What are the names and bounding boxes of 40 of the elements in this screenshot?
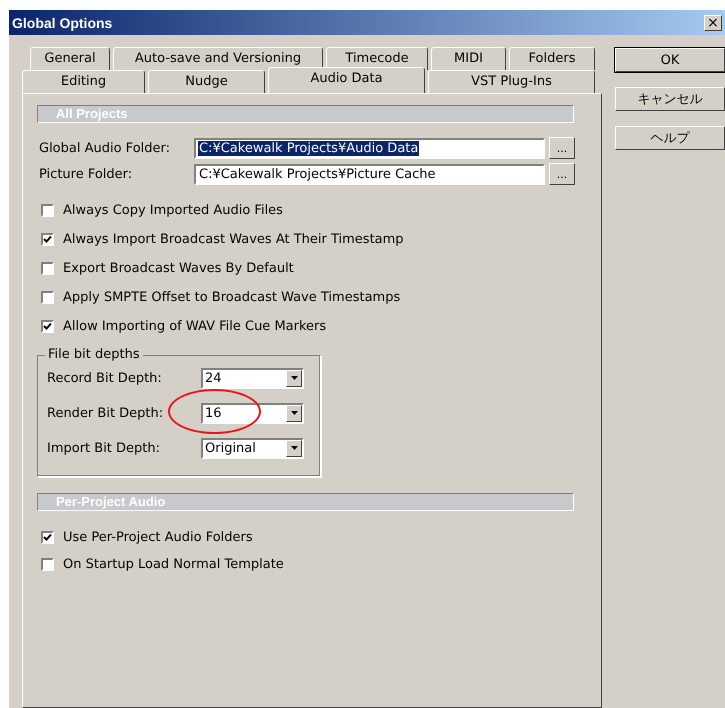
field-label: Global Audio Folder: [38, 140, 172, 156]
field-label: Record Bit Depth: [47, 370, 163, 386]
checkbox[interactable] [41, 204, 54, 217]
checkbox[interactable] [41, 262, 54, 275]
tab[interactable]: Audio Data [268, 67, 425, 93]
tab[interactable]: Auto-save and Versioning [113, 47, 323, 70]
dialog-button[interactable]: OK [615, 48, 725, 72]
tab[interactable]: General [30, 47, 110, 70]
checkbox-label: Export Broadcast Waves By Default [63, 261, 294, 276]
tab[interactable]: Folders [509, 47, 595, 70]
dropdown[interactable]: 24 [201, 368, 304, 388]
checkbox-label: Allow Importing of WAV File Cue Markers [63, 319, 326, 334]
checkbox[interactable] [41, 291, 54, 304]
input-field[interactable]: C:¥Cakewalk Projects¥Picture Cache [194, 164, 545, 184]
checkbox-label: Always Import Broadcast Waves At Their Timestamp [63, 232, 404, 247]
field-label: Picture Folder: [38, 166, 134, 182]
dropdown[interactable]: Original [201, 438, 304, 458]
checkbox[interactable] [41, 233, 54, 246]
close-button[interactable]: × [704, 14, 722, 30]
field-label: Render Bit Depth: [47, 406, 164, 420]
checkbox[interactable] [41, 320, 54, 333]
checkbox-label: Always Copy Imported Audio Files [63, 203, 283, 218]
browse-button[interactable]: ... [549, 137, 575, 159]
browse-button[interactable]: ... [549, 163, 575, 185]
tab[interactable]: Editing [22, 70, 145, 93]
window-title: Global Options [12, 14, 112, 30]
dropdown[interactable]: 16 [201, 402, 304, 424]
checkbox[interactable] [41, 558, 54, 571]
checkbox[interactable] [41, 531, 54, 544]
checkbox-label: Use Per-Project Audio Folders [63, 530, 253, 545]
checkbox-label: On Startup Load Normal Template [63, 557, 284, 572]
field-label: Import Bit Depth: [47, 440, 162, 456]
input-field[interactable]: C:¥Cakewalk Projects¥Audio Data [194, 138, 545, 158]
group-title: File bit depths [45, 347, 143, 362]
checkbox-label: Apply SMPTE Offset to Broadcast Wave Timestamps [63, 290, 400, 305]
dialog-button[interactable]: ヘルプ [615, 126, 725, 150]
dialog-button[interactable]: キャンセル [615, 87, 725, 111]
tab[interactable]: Nudge [148, 70, 265, 93]
tab[interactable]: VST Plug-Ins [428, 70, 595, 93]
tab[interactable]: MIDI [431, 47, 506, 70]
